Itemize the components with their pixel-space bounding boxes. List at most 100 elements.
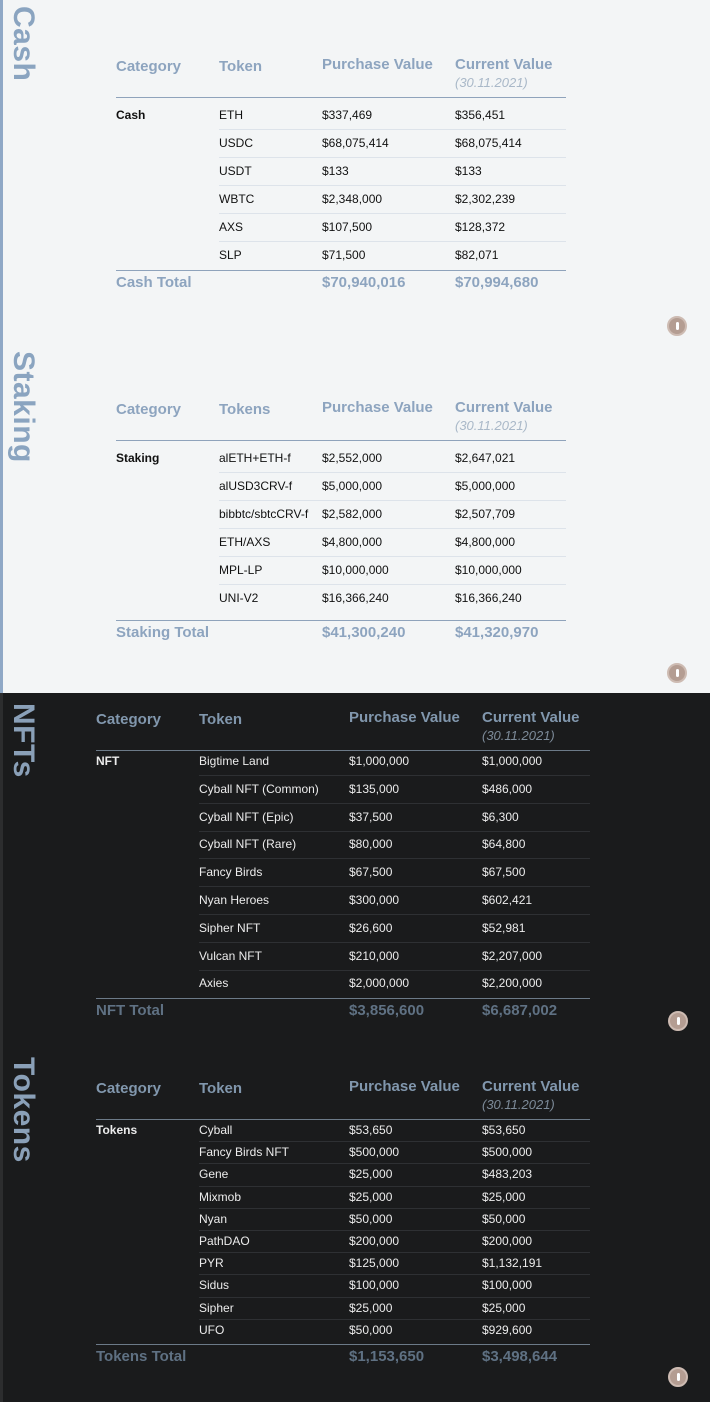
total-current-value: $70,994,680: [455, 274, 539, 291]
row-separator: [219, 556, 566, 557]
current-value: $929,600: [482, 1322, 533, 1337]
token-name: PathDAO: [199, 1234, 250, 1248]
header-current-value: Current Value: [455, 399, 553, 416]
token-name: Fancy Birds NFT: [199, 1145, 290, 1160]
row-separator: [199, 1185, 590, 1187]
purchase-value: $67,500: [349, 865, 393, 880]
purchase-value: $25,000: [349, 1189, 393, 1204]
header-purchase-value: Purchase Value: [322, 399, 433, 416]
header-category: Category: [96, 711, 162, 728]
header-date: (30.11.2021): [455, 75, 528, 90]
header-token: Token: [199, 1080, 243, 1097]
header-category: Category: [116, 58, 182, 75]
nfts-section: NFTs Category Token Purchase Value Current …: [0, 693, 710, 1043]
row-separator: [199, 774, 590, 776]
row-separator: [199, 830, 590, 832]
token-name: Gene: [199, 1167, 229, 1182]
info-pin-icon[interactable]: [667, 663, 687, 683]
row-separator: [199, 1141, 590, 1143]
tokens-table: Category Token Purchase Value Current Value…: [0, 1043, 710, 1402]
row-separator: [199, 1252, 590, 1254]
purchase-value: $1,000,000: [349, 754, 410, 768]
header-current-value: Current Value: [455, 56, 553, 73]
current-value: $53,650: [482, 1123, 526, 1137]
row-separator: [199, 858, 590, 860]
current-value: $2,302,239: [455, 192, 516, 206]
row-separator: [199, 886, 590, 888]
row-separator: [219, 185, 566, 186]
row-separator: [199, 1229, 590, 1231]
header-rule: [96, 1119, 590, 1120]
purchase-value: $10,000,000: [322, 563, 389, 577]
header-purchase-value: Purchase Value: [322, 56, 433, 73]
token-name: Bigtime Land: [199, 754, 270, 768]
info-pin-icon[interactable]: [668, 1367, 688, 1387]
total-purchase-value: $70,940,016: [322, 274, 406, 291]
current-value: $25,000: [482, 1189, 526, 1204]
purchase-value: $80,000: [349, 837, 393, 852]
current-value: $50,000: [482, 1211, 526, 1226]
row-separator: [199, 1274, 590, 1276]
header-category: Category: [96, 1080, 162, 1097]
header-date: (30.11.2021): [482, 1097, 555, 1112]
token-name: UNI-V2: [219, 591, 259, 605]
purchase-value: $25,000: [349, 1300, 393, 1315]
row-separator: [219, 584, 566, 585]
nfts-table: Category Token Purchase Value Current Value…: [0, 693, 710, 1043]
purchase-value: $53,650: [349, 1123, 393, 1137]
current-value: $1,000,000: [482, 754, 543, 768]
header-rule: [116, 97, 566, 98]
token-name: SLP: [219, 248, 242, 262]
total-current-value: $41,320,970: [455, 624, 539, 641]
total-label: Tokens Total: [96, 1348, 187, 1365]
category-label: Staking: [116, 451, 160, 465]
row-separator: [199, 1207, 590, 1209]
row-separator: [219, 213, 566, 214]
current-value: $64,800: [482, 837, 526, 852]
token-name: Cyball: [199, 1123, 233, 1137]
staking-table: Category Tokens Purchase Value Current Valu…: [0, 345, 710, 693]
info-pin-icon[interactable]: [668, 1011, 688, 1031]
header-rule: [116, 440, 566, 441]
current-value: $500,000: [482, 1145, 533, 1160]
info-pin-icon[interactable]: [667, 316, 687, 336]
purchase-value: $125,000: [349, 1256, 400, 1271]
purchase-value: $16,366,240: [322, 591, 389, 605]
header-token: Token: [219, 58, 263, 75]
row-separator: [219, 157, 566, 158]
header-purchase-value: Purchase Value: [349, 709, 460, 726]
token-name: Nyan: [199, 1211, 228, 1226]
purchase-value: $200,000: [349, 1234, 400, 1248]
purchase-value: $4,800,000: [322, 535, 383, 549]
token-name: Cyball NFT (Epic): [199, 809, 294, 824]
total-current-value: $3,498,644: [482, 1348, 558, 1365]
token-name: WBTC: [219, 192, 255, 206]
token-name: ETH: [219, 108, 243, 122]
total-purchase-value: $3,856,600: [349, 1002, 425, 1019]
current-value: $67,500: [482, 865, 526, 880]
total-purchase-value: $41,300,240: [322, 624, 406, 641]
row-separator: [199, 969, 590, 971]
row-separator: [219, 500, 566, 501]
row-separator: [219, 129, 566, 130]
purchase-value: $107,500: [322, 220, 373, 234]
header-current-value: Current Value: [482, 1078, 580, 1095]
row-separator: [199, 802, 590, 804]
purchase-value: $26,600: [349, 920, 393, 935]
current-value: $5,000,000: [455, 479, 516, 493]
total-current-value: $6,687,002: [482, 1002, 558, 1019]
header-token: Tokens: [219, 401, 271, 418]
row-separator: [199, 941, 590, 943]
header-purchase-value: Purchase Value: [349, 1078, 460, 1095]
header-date: (30.11.2021): [455, 418, 528, 433]
cash-table: Category Token Purchase Value Current Value…: [0, 0, 710, 345]
purchase-value: $71,500: [322, 248, 366, 262]
current-value: $68,075,414: [455, 136, 522, 150]
purchase-value: $100,000: [349, 1278, 400, 1293]
purchase-value: $210,000: [349, 948, 400, 963]
purchase-value: $135,000: [349, 781, 400, 796]
current-value: $4,800,000: [455, 535, 516, 549]
current-value: $52,981: [482, 920, 526, 935]
row-separator: [199, 1296, 590, 1298]
current-value: $100,000: [482, 1278, 533, 1293]
